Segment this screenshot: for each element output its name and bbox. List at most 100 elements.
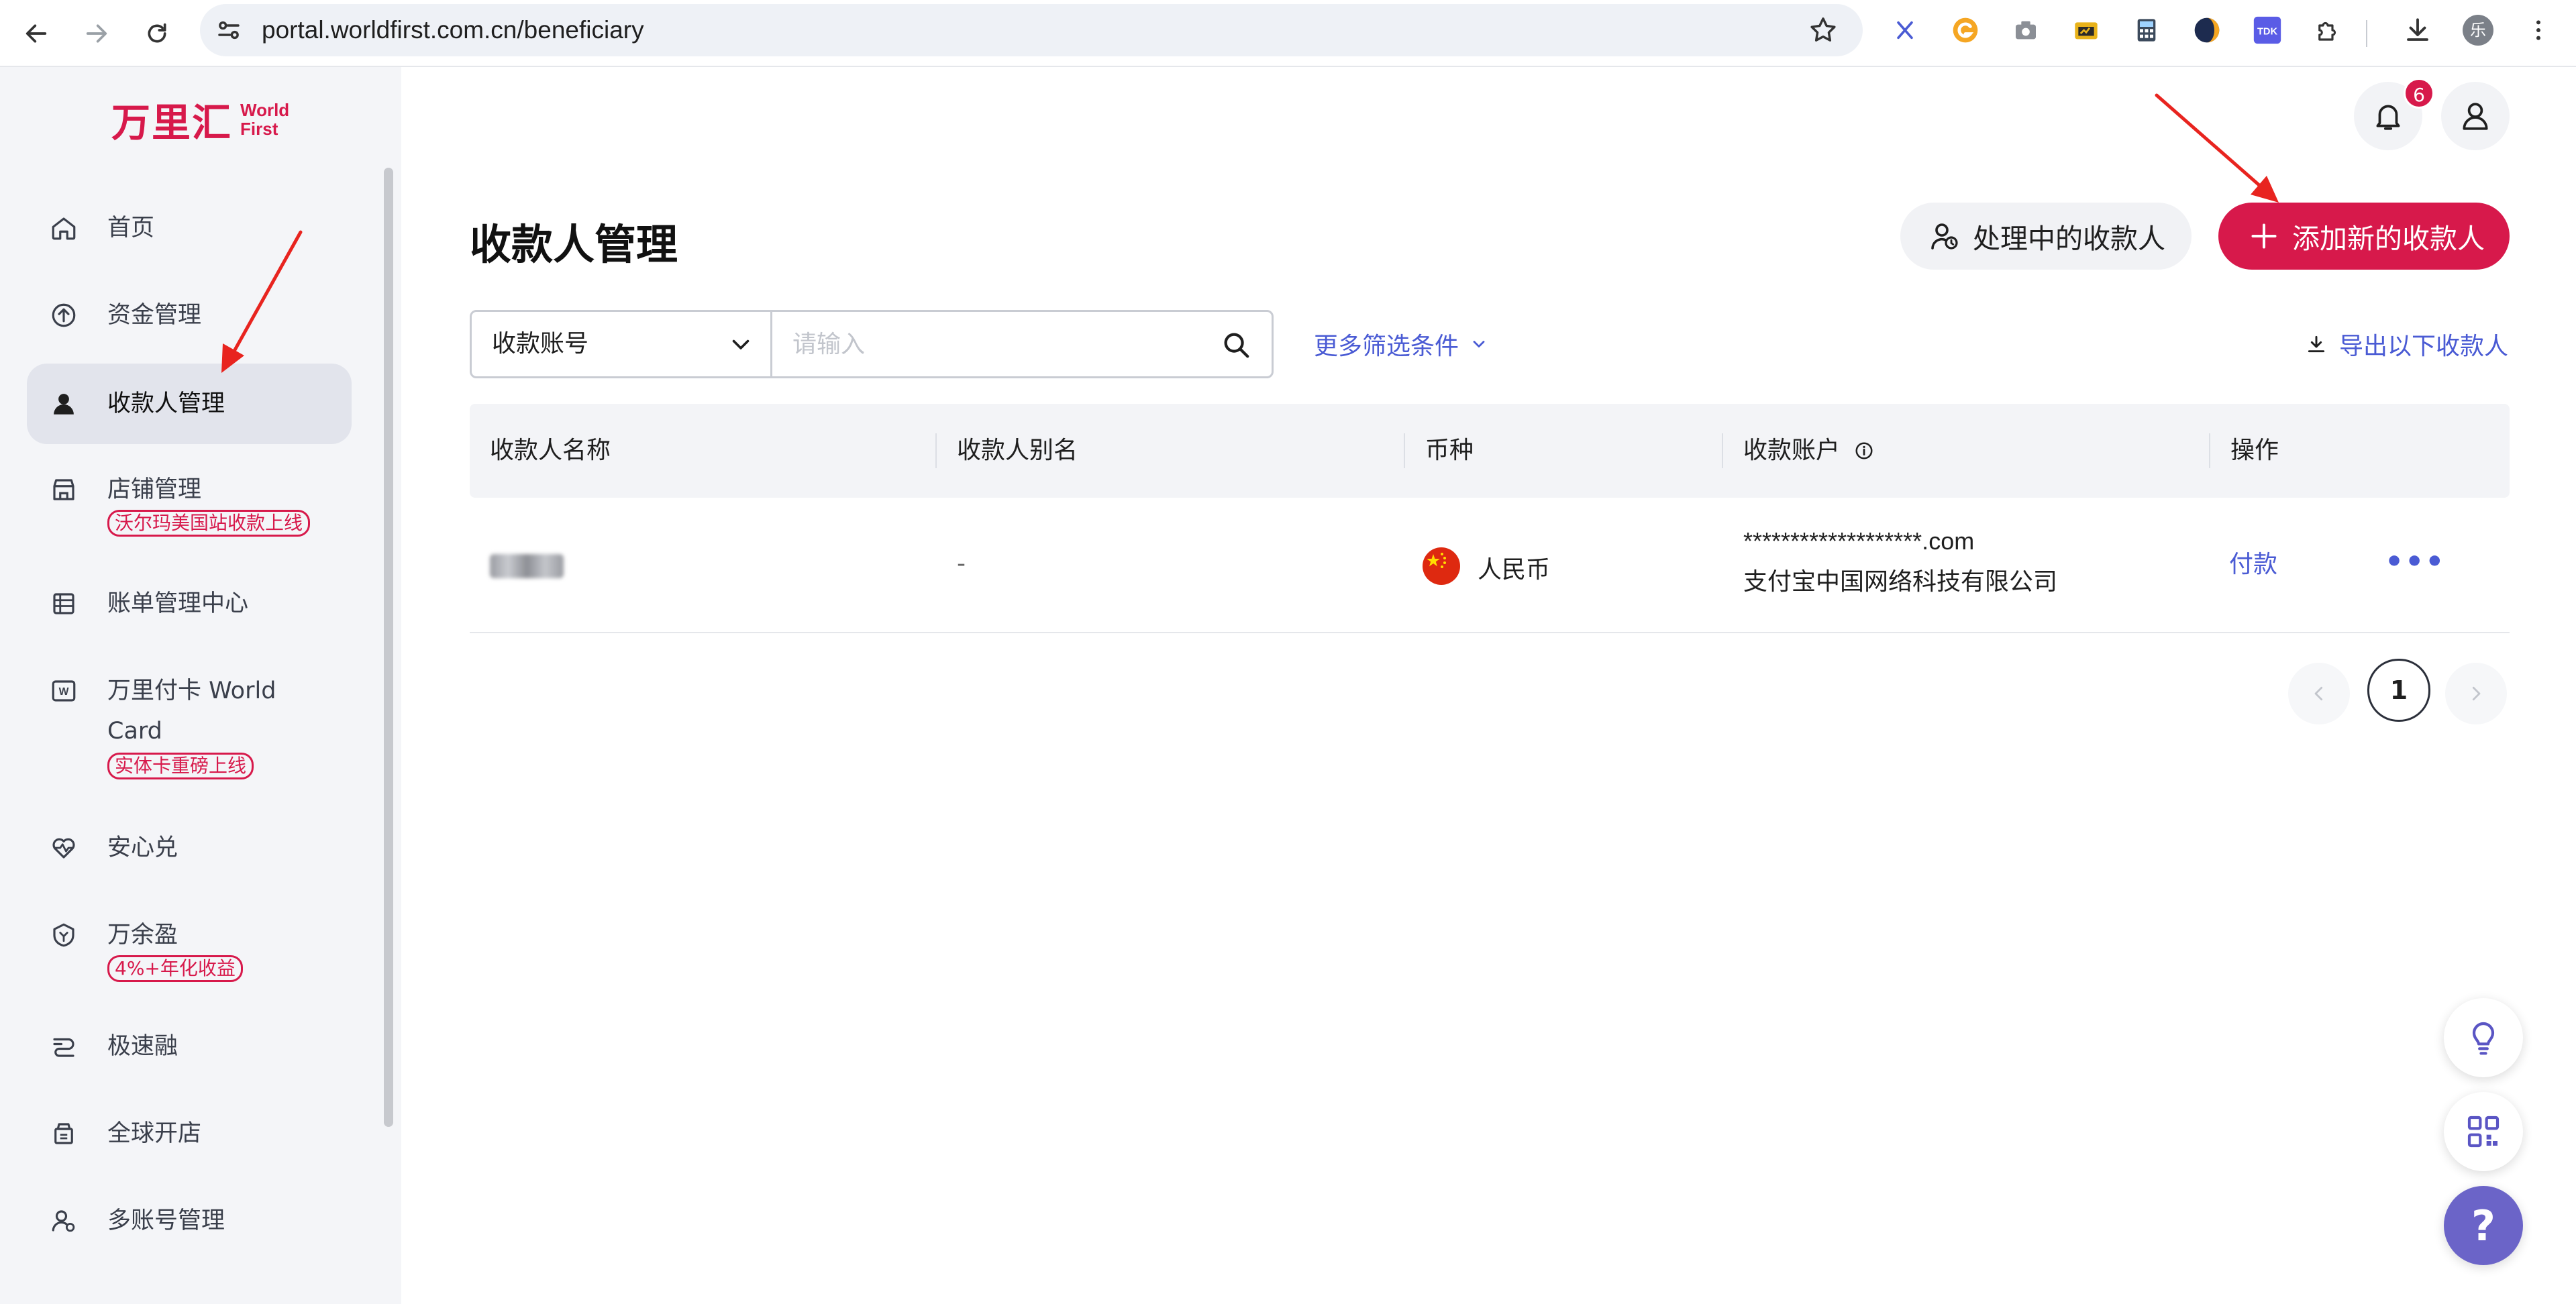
table-row[interactable]: - 人民币 *******************.com 支付宝中国网络科技有… bbox=[470, 498, 2510, 633]
column-divider bbox=[2209, 433, 2210, 468]
tips-button[interactable] bbox=[2444, 998, 2523, 1077]
chevron-left-icon bbox=[2314, 686, 2323, 701]
svg-text:W: W bbox=[59, 686, 69, 698]
more-actions-icon[interactable]: ••• bbox=[2385, 545, 2445, 579]
more-filters-toggle[interactable]: 更多筛选条件 bbox=[1314, 326, 1488, 362]
svg-text:TDK: TDK bbox=[2257, 26, 2278, 37]
site-info-icon[interactable] bbox=[215, 16, 243, 44]
extension-x-icon[interactable] bbox=[1888, 13, 1922, 47]
beneficiary-alias: - bbox=[957, 550, 966, 578]
sidebar-item-world-card[interactable]: W 万里付卡 World Card 实体卡重磅上线 bbox=[27, 671, 352, 785]
bill-icon bbox=[53, 593, 74, 614]
extension-calculator-icon[interactable] bbox=[2130, 13, 2163, 47]
multi-account-icon bbox=[52, 1210, 75, 1232]
sidebar-item-label: 全球开店 bbox=[107, 1120, 202, 1147]
reload-icon[interactable] bbox=[136, 12, 178, 55]
address-bar[interactable]: portal.worldfirst.com.cn/beneficiary bbox=[200, 4, 1863, 56]
savings-icon bbox=[53, 923, 74, 947]
help-button[interactable]: ? bbox=[2444, 1186, 2523, 1265]
url-text[interactable]: portal.worldfirst.com.cn/beneficiary bbox=[262, 4, 644, 56]
download-icon[interactable] bbox=[2401, 13, 2434, 47]
profile-initial: 乐 bbox=[2463, 15, 2493, 46]
sidebar-item-label: 店铺管理 bbox=[107, 476, 202, 503]
account-number-masked: *******************.com bbox=[1743, 527, 1975, 555]
column-divider bbox=[1722, 433, 1723, 468]
sidebar-item-funds[interactable]: 资金管理 bbox=[27, 295, 352, 335]
add-beneficiary-button[interactable]: 添加新的收款人 bbox=[2218, 203, 2510, 270]
sidebar-item-home[interactable]: 首页 bbox=[27, 208, 352, 248]
store-icon bbox=[53, 479, 74, 500]
chevron-down-icon bbox=[732, 339, 750, 349]
extension-g-icon[interactable] bbox=[1949, 13, 1982, 47]
sidebar-item-savings[interactable]: 万余盈 4%+年化收益 bbox=[27, 915, 352, 989]
profile-avatar[interactable]: 乐 bbox=[2461, 13, 2495, 47]
add-beneficiary-label: 添加新的收款人 bbox=[2292, 223, 2485, 255]
sidebar-item-label: 多账号管理 bbox=[107, 1207, 225, 1234]
home-icon bbox=[52, 217, 76, 240]
extension-camera-icon[interactable] bbox=[2009, 13, 2043, 47]
search-input[interactable] bbox=[772, 312, 1208, 376]
sidebar-item-label: 安心兑 bbox=[107, 834, 178, 861]
search-icon[interactable] bbox=[1221, 329, 1251, 360]
column-divider bbox=[935, 433, 937, 468]
chevron-down-icon bbox=[1473, 341, 1485, 347]
browser-menu-icon[interactable] bbox=[2522, 13, 2555, 47]
sidebar-item-label: 收款人管理 bbox=[107, 390, 225, 417]
bell-icon bbox=[2376, 105, 2400, 130]
bookmark-star-icon[interactable] bbox=[1808, 15, 1839, 46]
export-beneficiaries-link[interactable]: 导出以下收款人 bbox=[2306, 326, 2508, 362]
download-icon bbox=[2308, 335, 2325, 353]
extension-tdk-icon[interactable]: TDK bbox=[2251, 13, 2284, 47]
sidebar-item-bills[interactable]: 账单管理中心 bbox=[27, 584, 352, 624]
sidebar-item-exchange[interactable]: 安心兑 bbox=[27, 828, 352, 868]
sidebar-item-label: 首页 bbox=[107, 215, 155, 241]
extension-moon-icon[interactable] bbox=[2190, 13, 2224, 47]
sidebar-item-beneficiary[interactable]: 收款人管理 bbox=[27, 364, 352, 444]
plus-icon bbox=[2251, 223, 2277, 249]
pending-beneficiaries-button[interactable]: 处理中的收款人 bbox=[1900, 203, 2192, 270]
sidebar-item-label: 极速融 bbox=[107, 1033, 178, 1060]
export-label: 导出以下收款人 bbox=[2339, 333, 2509, 360]
promo-badge: 沃尔玛美国站收款上线 bbox=[107, 510, 311, 537]
toolbar-divider bbox=[2366, 20, 2367, 47]
account-button[interactable] bbox=[2441, 82, 2510, 150]
pagination-page-current[interactable]: 1 bbox=[2367, 659, 2430, 722]
column-header-currency: 币种 bbox=[1425, 437, 1474, 464]
sidebar-scrollbar[interactable] bbox=[384, 168, 393, 1127]
notification-count-badge: 6 bbox=[2404, 78, 2434, 109]
sidebar-item-label: 资金管理 bbox=[107, 302, 202, 329]
back-icon[interactable] bbox=[15, 12, 58, 55]
browser-toolbar: portal.worldfirst.com.cn/beneficiary TDK… bbox=[0, 0, 2576, 67]
qr-code-button[interactable] bbox=[2444, 1092, 2523, 1171]
pagination-prev-button[interactable] bbox=[2288, 663, 2350, 724]
filter-field-value: 收款账号 bbox=[492, 330, 589, 358]
page-title: 收款人管理 bbox=[470, 220, 678, 269]
worldfirst-logo[interactable]: 万里汇 World First bbox=[111, 93, 289, 146]
sidebar-item-label: 万里付卡 World bbox=[107, 677, 276, 704]
qr-code-icon bbox=[2467, 1116, 2500, 1148]
china-flag-icon bbox=[1423, 547, 1460, 585]
info-icon[interactable] bbox=[1854, 441, 1874, 461]
pay-link[interactable]: 付款 bbox=[2229, 545, 2277, 580]
more-filters-label: 更多筛选条件 bbox=[1314, 333, 1459, 360]
sidebar-item-multi-account[interactable]: 多账号管理 bbox=[27, 1201, 352, 1241]
column-header-actions: 操作 bbox=[2230, 437, 2279, 464]
sidebar-item-store[interactable]: 店铺管理 沃尔玛美国站收款上线 bbox=[27, 470, 352, 543]
extensions-puzzle-icon[interactable] bbox=[2311, 13, 2345, 47]
extension-folder-icon[interactable] bbox=[2069, 13, 2103, 47]
forward-icon[interactable] bbox=[75, 12, 118, 55]
promo-badge: 实体卡重磅上线 bbox=[107, 753, 254, 779]
logo-en-text: World First bbox=[240, 100, 290, 139]
filter-field-select[interactable]: 收款账号 bbox=[472, 312, 772, 376]
lightbulb-icon bbox=[2472, 1022, 2495, 1055]
column-divider bbox=[1404, 433, 1405, 468]
sidebar-item-finance[interactable]: 极速融 bbox=[27, 1026, 352, 1067]
pagination-next-button[interactable] bbox=[2445, 663, 2507, 724]
currency-label: 人民币 bbox=[1478, 556, 1551, 584]
user-icon bbox=[2463, 103, 2488, 130]
table-header: 收款人名称 收款人别名 币种 收款账户 操作 bbox=[470, 404, 2510, 498]
sidebar-item-global-store[interactable]: 全球开店 bbox=[27, 1113, 352, 1154]
logo-cn-text: 万里汇 bbox=[111, 100, 233, 146]
search-filter: 收款账号 bbox=[470, 310, 1274, 378]
funds-icon bbox=[52, 303, 76, 327]
